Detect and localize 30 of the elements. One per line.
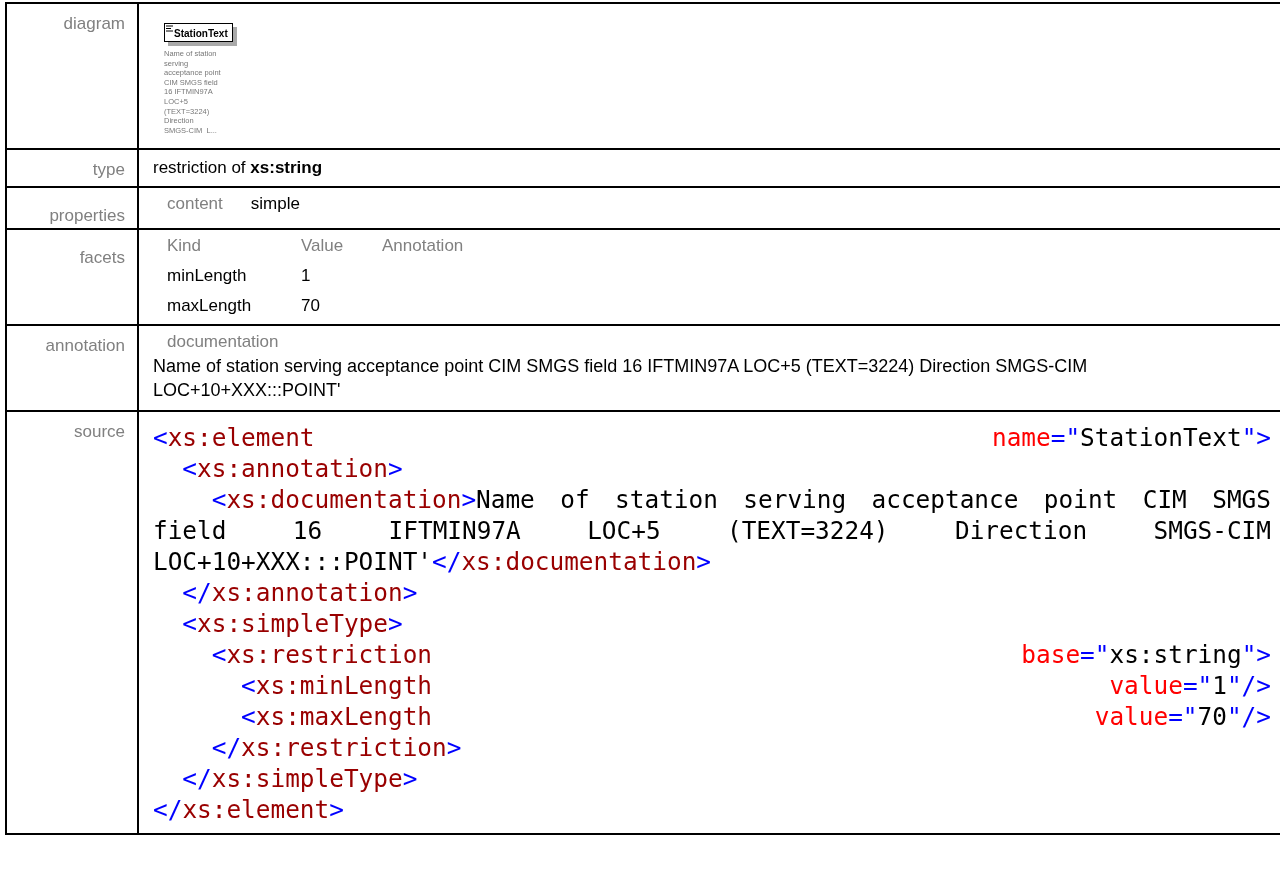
documentation-text: Name of station serving acceptance point CIM SMGS field 16 IFTMIN97A LOC+5 (TEXT=3224) Direction SMGS-CIM LOC+10+XXX:::POINT' [153, 355, 1089, 402]
row-label: source [73, 422, 125, 441]
facet-value: 1 [301, 266, 311, 286]
code-line: <xs:simpleType> [181, 608, 404, 639]
row-label: type [92, 160, 125, 179]
code-line: <xs:minLength value="1"/> [240, 670, 1271, 701]
code-line: </xs:restriction> [210, 732, 463, 763]
row-label: properties [49, 206, 125, 225]
code-line: <xs:maxLength value="70"/> [240, 701, 1271, 732]
column-header: Kind [167, 236, 202, 256]
column-header: Annotation [382, 236, 464, 256]
type-text: restriction of xs:string [153, 158, 323, 177]
annotation-heading: documentation [166, 332, 279, 351]
code-line: <xs:element name="StationText"> [153, 422, 1271, 453]
facet-kind: minLength [167, 266, 247, 286]
code-line: </xs:simpleType> [181, 763, 419, 794]
code-line: </xs:element> [153, 794, 345, 825]
row-label: diagram [63, 14, 125, 33]
facet-kind: maxLength [167, 296, 252, 316]
code-line: <xs:documentation>Name of station serving acceptance point CIM SMGS field 16 IFTMIN97A LOC+5 (TEXT=3224) Direction SMGS-CIM LOC+10+XXX:::POINT'</xs:documentation> [153, 484, 1271, 577]
property-name: content [167, 194, 223, 214]
code-line: <xs:annotation> [181, 453, 404, 484]
property-value: simple [250, 194, 300, 214]
row-label: annotation [45, 336, 125, 355]
facet-value: 70 [301, 296, 320, 316]
code-line: <xs:restriction base="xs:string"> [210, 639, 1271, 670]
lines-icon [166, 25, 173, 33]
code-line: </xs:annotation> [181, 577, 419, 608]
column-header: Value [301, 236, 344, 256]
row-label: facets [79, 248, 125, 267]
